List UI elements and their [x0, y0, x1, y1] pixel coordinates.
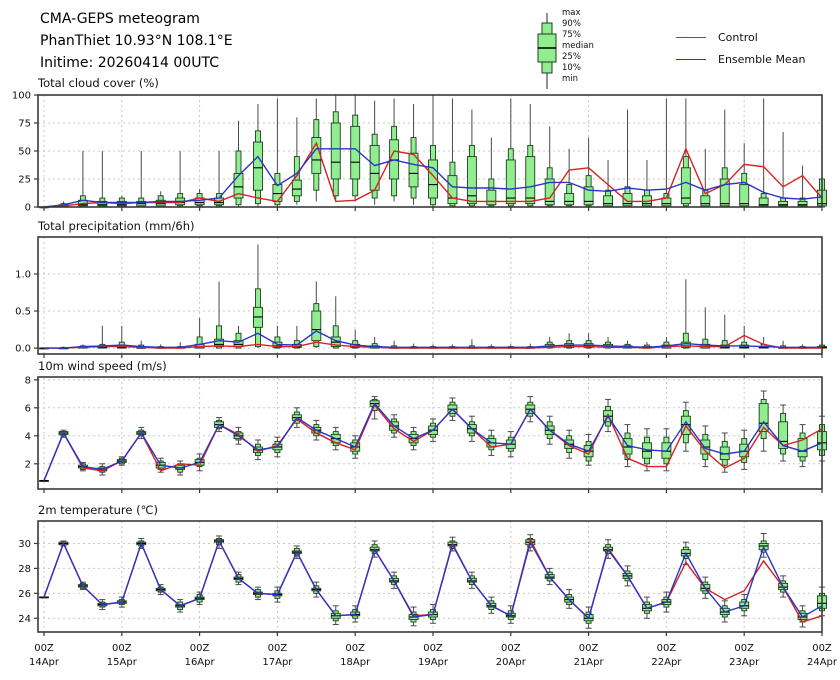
- x-tick-hour-label: 00Z: [268, 643, 288, 654]
- box-25-75: [487, 190, 496, 205]
- y-tick-label: 0: [25, 203, 31, 214]
- x-tick-hour-label: 00Z: [423, 643, 443, 654]
- y-tick-label: 0.0: [15, 344, 31, 355]
- box-25-75: [604, 196, 613, 206]
- y-tick-label: 4: [25, 431, 31, 442]
- box-25-75: [292, 180, 301, 196]
- y-tick-label: 50: [18, 147, 31, 158]
- x-tick-day-label: 14Apr: [29, 657, 60, 668]
- x-tick-day-label: 21Apr: [574, 657, 605, 668]
- panel-precip: 0.0 0.5 1.0: [15, 237, 826, 358]
- x-tick-day-label: 24Apr: [807, 657, 838, 668]
- y-tick-label: 100: [12, 91, 31, 102]
- x-tick-hour-label: 00Z: [657, 643, 677, 654]
- x-tick-hour-label: 00Z: [812, 643, 832, 654]
- x-tick-day-label: 20Apr: [496, 657, 527, 668]
- y-tick-label: 6: [25, 403, 31, 414]
- y-tick-label: 26: [18, 589, 31, 600]
- y-tick-label: 8: [25, 375, 31, 386]
- x-tick-hour-label: 00Z: [734, 643, 754, 654]
- y-tick-label: 75: [18, 119, 31, 130]
- x-tick-day-label: 15Apr: [107, 657, 138, 668]
- box-25-75: [506, 160, 515, 204]
- box-25-75: [448, 176, 457, 204]
- x-tick-hour-label: 00Z: [34, 643, 54, 654]
- meteogram-chart-canvas: 02550751000.00.51.024682426283000Z14Apr0…: [0, 0, 840, 680]
- box-25-75: [351, 126, 360, 179]
- y-tick-label: 25: [18, 175, 31, 186]
- y-tick-label: 30: [18, 539, 31, 550]
- y-tick-label: 28: [18, 564, 31, 575]
- box-25-75: [565, 194, 574, 205]
- meteogram-page: CMA-GEPS meteogram PhanThiet 10.93°N 108…: [0, 0, 840, 680]
- y-tick-label: 0.5: [15, 307, 31, 318]
- box-25-75: [740, 185, 749, 206]
- x-tick-hour-label: 00Z: [345, 643, 365, 654]
- x-tick-day-label: 19Apr: [418, 657, 449, 668]
- x-tick-day-label: 17Apr: [262, 657, 293, 668]
- box-25-75: [331, 123, 340, 179]
- box-25-75: [273, 185, 282, 202]
- box-25-75: [701, 196, 710, 206]
- panel-border: [38, 237, 822, 354]
- box-25-75: [526, 157, 535, 204]
- box-25-75: [720, 179, 729, 206]
- x-tick-hour-label: 00Z: [190, 643, 210, 654]
- x-tick-hour-label: 00Z: [579, 643, 599, 654]
- x-tick-day-label: 16Apr: [185, 657, 216, 668]
- y-tick-label: 24: [18, 614, 31, 625]
- panel-cloud: 0 25 50 75 100: [12, 91, 827, 214]
- box-25-75: [253, 142, 262, 190]
- y-tick-label: 2: [25, 459, 31, 470]
- box-25-75: [312, 311, 321, 341]
- x-tick-day-label: 18Apr: [340, 657, 371, 668]
- box-25-75: [467, 157, 476, 204]
- x-tick-hour-label: 00Z: [501, 643, 521, 654]
- panel-temp: 24 26 28 30: [18, 521, 826, 636]
- y-tick-label: 1.0: [15, 270, 31, 281]
- x-tick-day-label: 23Apr: [729, 657, 760, 668]
- panel-wind: 2 4 6 8: [25, 375, 827, 493]
- x-tick-hour-label: 00Z: [112, 643, 132, 654]
- x-tick-day-label: 22Apr: [651, 657, 682, 668]
